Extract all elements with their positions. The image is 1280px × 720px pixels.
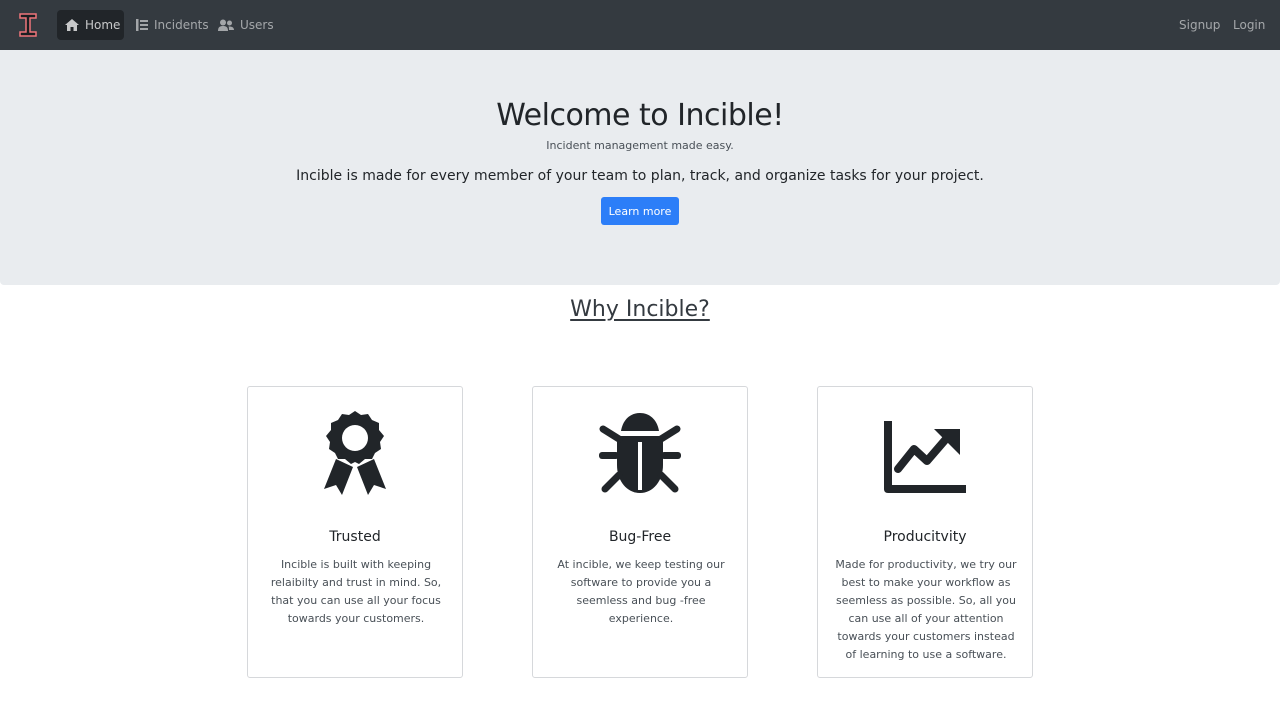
feature-card-trusted: Trusted Incible is built with keeping re… — [247, 386, 463, 678]
feature-description: Incible is built with keeping relaibilty… — [270, 558, 442, 625]
feature-card-productivity: Producitvity Made for productivity, we t… — [817, 386, 1033, 678]
feature-title: Trusted — [329, 529, 381, 545]
why-incible-heading: Why Incible? — [570, 297, 710, 322]
home-icon — [65, 19, 79, 31]
hero-subtitle: Incident management made easy. — [546, 139, 734, 152]
nav-home-label: Home — [85, 18, 121, 32]
feature-description: Made for productivity, we try our best t… — [835, 558, 1017, 661]
feature-title: Producitvity — [883, 529, 967, 545]
learn-more-button[interactable]: Learn more — [601, 197, 679, 225]
signup-link[interactable]: Signup — [1179, 10, 1220, 40]
nav-incidents-label: Incidents — [154, 18, 209, 32]
hero-jumbotron: Welcome to Incible! Incident management … — [0, 50, 1280, 285]
feature-description: At incible, we keep testing our software… — [557, 558, 725, 625]
award-icon — [322, 409, 388, 499]
nav-incidents[interactable]: Incidents — [128, 10, 217, 40]
top-navbar: Home Incidents Users Signup Login — [0, 0, 1280, 50]
nav-users[interactable]: Users — [210, 10, 282, 40]
login-link[interactable]: Login — [1233, 10, 1265, 40]
incible-logo-icon[interactable] — [18, 12, 38, 38]
bug-icon — [597, 409, 683, 499]
list-icon — [136, 19, 148, 31]
chart-line-icon — [882, 409, 968, 499]
hero-title: Welcome to Incible! — [496, 98, 784, 133]
users-icon — [218, 19, 234, 31]
nav-home[interactable]: Home — [57, 10, 124, 40]
feature-card-bug-free: Bug-Free At incible, we keep testing our… — [532, 386, 748, 678]
feature-title: Bug-Free — [608, 529, 672, 545]
hero-lead-text: Incible is made for every member of your… — [296, 168, 984, 184]
nav-users-label: Users — [240, 18, 274, 32]
